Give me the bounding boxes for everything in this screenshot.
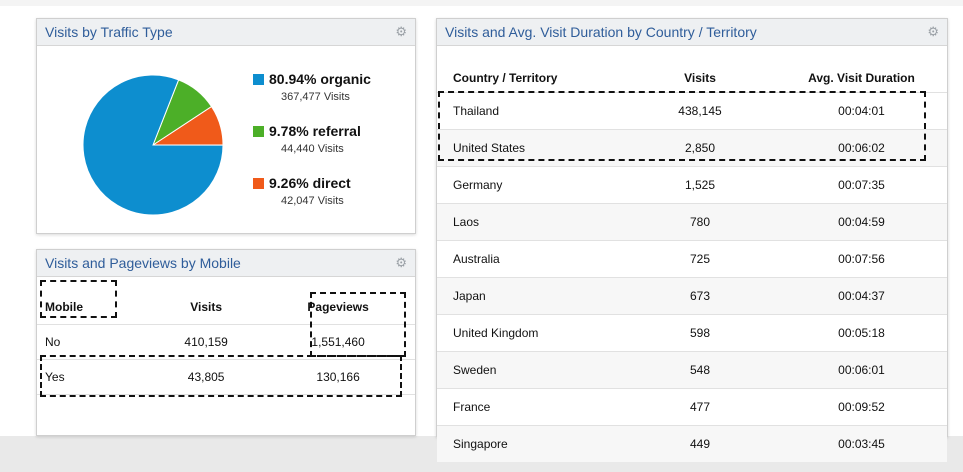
- gear-icon[interactable]: ⚙: [927, 24, 939, 40]
- column-header[interactable]: Pageviews: [261, 290, 415, 325]
- table-cell: 00:07:56: [776, 240, 947, 278]
- table-cell: 43,805: [151, 359, 262, 395]
- mobile-panel: Visits and Pageviews by Mobile ⚙ Mobile …: [36, 249, 416, 436]
- table-cell: 00:09:52: [776, 388, 947, 426]
- column-header[interactable]: Country / Territory: [437, 64, 624, 93]
- table-cell: 780: [624, 203, 776, 241]
- panel-title: Visits and Avg. Visit Duration by Countr…: [445, 24, 757, 40]
- panel-title: Visits by Traffic Type: [45, 24, 173, 40]
- table-row: Laos 780 00:04:59: [437, 203, 947, 241]
- table-cell: Thailand: [437, 92, 624, 130]
- gear-icon[interactable]: ⚙: [395, 24, 407, 40]
- table-cell: France: [437, 388, 624, 426]
- column-header[interactable]: Visits: [151, 290, 261, 325]
- table-cell: 548: [624, 351, 776, 389]
- column-header[interactable]: Visits: [624, 64, 776, 93]
- table-row: Sweden 548 00:06:01: [437, 351, 947, 389]
- table-row: Yes 43,805 130,166: [37, 359, 415, 395]
- table-cell: Laos: [437, 203, 624, 241]
- table-row: United Kingdom 598 00:05:18: [437, 314, 947, 352]
- legend-swatch: [253, 178, 264, 189]
- country-panel: Visits and Avg. Visit Duration by Countr…: [436, 18, 948, 462]
- table-row: Singapore 449 00:03:45: [437, 425, 947, 462]
- table-cell: 477: [624, 388, 776, 426]
- gear-icon[interactable]: ⚙: [395, 255, 407, 271]
- table-cell: 725: [624, 240, 776, 278]
- table-cell: 673: [624, 277, 776, 315]
- table-cell: 00:04:01: [776, 92, 947, 130]
- table-cell: 130,166: [261, 359, 415, 395]
- table-cell: 410,159: [151, 324, 262, 360]
- background-strip: [0, 0, 963, 6]
- table-row: Germany 1,525 00:07:35: [437, 166, 947, 204]
- panel-header: Visits and Pageviews by Mobile ⚙: [37, 250, 415, 277]
- legend-visits: 44,440 Visits: [281, 143, 344, 155]
- legend-swatch: [253, 126, 264, 137]
- table-cell: 2,850: [624, 129, 776, 167]
- table-cell: Japan: [437, 277, 624, 315]
- table-cell: 00:06:02: [776, 129, 947, 167]
- table-cell: United States: [437, 129, 624, 167]
- table-cell: 1,551,460: [261, 324, 415, 360]
- table-cell: 00:04:37: [776, 277, 947, 315]
- panel-title: Visits and Pageviews by Mobile: [45, 255, 241, 271]
- column-header[interactable]: Avg. Visit Duration: [776, 64, 947, 93]
- table-cell: Australia: [437, 240, 624, 278]
- table-cell: Sweden: [437, 351, 624, 389]
- panel-header: Visits and Avg. Visit Duration by Countr…: [437, 19, 947, 46]
- table-cell: 00:07:35: [776, 166, 947, 204]
- legend-visits: 367,477 Visits: [281, 91, 350, 103]
- table-cell: Singapore: [437, 425, 624, 462]
- table-cell: No: [37, 324, 152, 360]
- table-row: No 410,159 1,551,460: [37, 324, 415, 360]
- table-cell: United Kingdom: [437, 314, 624, 352]
- table-row: France 477 00:09:52: [437, 388, 947, 426]
- legend-visits: 42,047 Visits: [281, 195, 344, 207]
- table-cell: 438,145: [624, 92, 776, 130]
- table-row: Thailand 438,145 00:04:01: [437, 92, 947, 130]
- table-cell: 00:03:45: [776, 425, 947, 462]
- table-row: Australia 725 00:07:56: [437, 240, 947, 278]
- legend-label: 9.78% referral: [269, 123, 361, 139]
- legend-label: 9.26% direct: [269, 175, 351, 191]
- column-header[interactable]: Mobile: [37, 290, 151, 325]
- table-cell: Germany: [437, 166, 624, 204]
- table-cell: 449: [624, 425, 776, 462]
- table-header-row: Country / Territory Visits Avg. Visit Du…: [437, 64, 947, 93]
- table-row: Japan 673 00:04:37: [437, 277, 947, 315]
- traffic-type-panel: Visits by Traffic Type ⚙ 80.94% organic …: [36, 18, 416, 234]
- table-cell: 00:04:59: [776, 203, 947, 241]
- table-row: United States 2,850 00:06:02: [437, 129, 947, 167]
- legend-swatch: [253, 74, 264, 85]
- table-cell: 00:05:18: [776, 314, 947, 352]
- panel-header: Visits by Traffic Type ⚙: [37, 19, 415, 46]
- country-table: Country / Territory Visits Avg. Visit Du…: [437, 64, 947, 462]
- legend-label: 80.94% organic: [269, 71, 371, 87]
- mobile-table: Mobile Visits Pageviews No 410,159 1,551…: [37, 290, 415, 395]
- traffic-pie-chart: [82, 74, 224, 216]
- table-cell: 00:06:01: [776, 351, 947, 389]
- table-cell: 598: [624, 314, 776, 352]
- table-header-row: Mobile Visits Pageviews: [37, 290, 415, 325]
- table-cell: Yes: [37, 359, 152, 395]
- table-cell: 1,525: [624, 166, 776, 204]
